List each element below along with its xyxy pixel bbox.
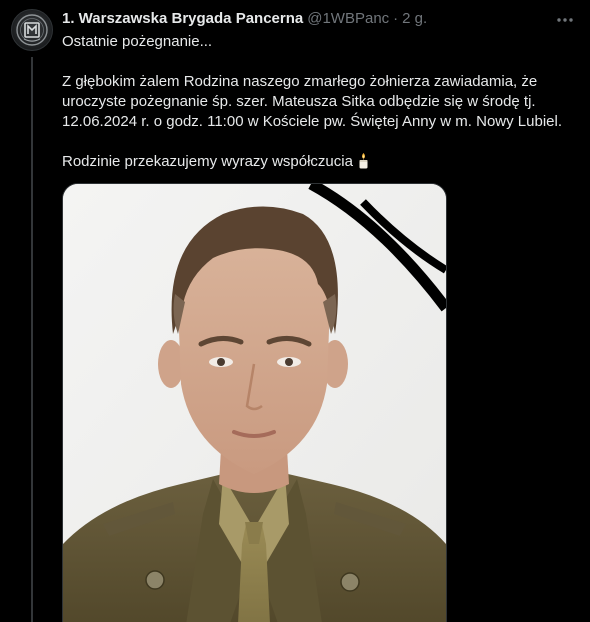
tweet-text-line-1: Ostatnie pożegnanie... — [62, 33, 213, 50]
thread-line — [31, 57, 33, 622]
brigade-emblem-icon — [16, 14, 48, 46]
tweet-text-line-3-wrapper: Rodzinie przekazujemy wyrazy współczucia — [62, 152, 572, 175]
more-options-icon — [557, 18, 573, 22]
tweet-text: Ostatnie pożegnanie... Z głębokim żalem … — [62, 32, 572, 175]
portrait-photo — [63, 184, 446, 622]
tweet-header: 1. Warszawska Brygada Pancerna @1WBPanc … — [62, 9, 572, 29]
candle-icon — [357, 152, 370, 175]
post-image[interactable] — [62, 183, 447, 622]
tweet-content: 1. Warszawska Brygada Pancerna @1WBPanc … — [62, 9, 572, 175]
author-column — [11, 9, 53, 622]
avatar[interactable] — [11, 9, 53, 51]
author-handle[interactable]: @1WBPanc — [307, 9, 389, 29]
more-options-button[interactable] — [550, 8, 580, 32]
post-timestamp[interactable]: 2 g. — [402, 9, 427, 29]
tweet-text-line-2: Z głębokim żalem Rodzina naszego zmarłeg… — [62, 73, 563, 130]
separator-dot: · — [393, 10, 399, 27]
tweet-post[interactable]: 1. Warszawska Brygada Pancerna @1WBPanc … — [0, 0, 590, 622]
tweet-text-line-3: Rodzinie przekazujemy wyrazy współczucia — [62, 153, 353, 170]
author-display-name[interactable]: 1. Warszawska Brygada Pancerna — [62, 9, 303, 29]
